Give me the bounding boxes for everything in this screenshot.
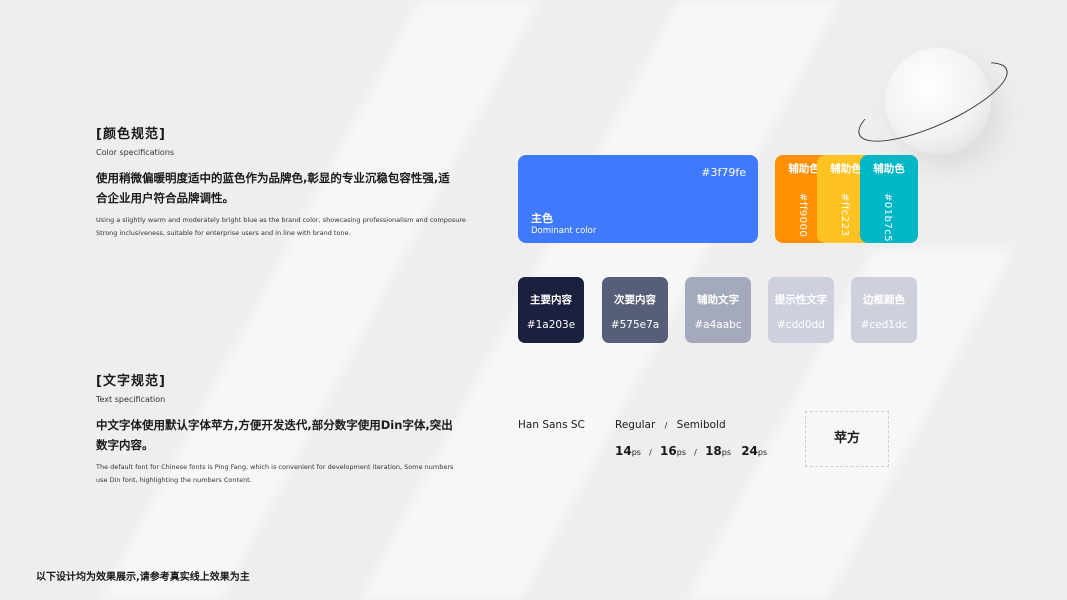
font-size-value: 16 (660, 444, 677, 458)
size-separator: / (694, 448, 697, 457)
text-color-tile-auxiliary: 辅助文字 #a4aabc (685, 277, 751, 343)
text-color-label: 主要内容 (530, 294, 572, 306)
font-size-unit: ps (757, 448, 768, 457)
text-color-hex: #575e7a (610, 319, 660, 331)
font-size-value: 24 (741, 444, 758, 458)
text-color-tile-hint: 提示性文字 #cdd0dd (768, 277, 834, 343)
aux-color-label: 辅助色 (873, 163, 905, 175)
font-size-unit: ps (676, 448, 686, 457)
aux-color-hex: #ffc223 (839, 193, 850, 237)
text-section-title: [文字规范] (96, 374, 166, 389)
aux-color-hex: #01b7c5 (882, 193, 893, 243)
font-size-unit: ps (721, 448, 732, 457)
text-color-hex: #a4aabc (694, 319, 742, 331)
text-color-tile-primary: 主要内容 #1a203e (518, 277, 584, 343)
font-family-name: Han Sans SC (518, 419, 585, 431)
text-color-label: 辅助文字 (697, 294, 739, 306)
font-size-unit: ps (631, 448, 641, 457)
text-section-desc-cn: 中文字体使用默认字体苹方,方便开发迭代,部分数字使用Din字体,突出数字内容。 (96, 418, 453, 452)
text-color-hex: #ced1dc (860, 319, 908, 331)
text-color-hex: #cdd0dd (777, 319, 825, 331)
font-weight-semibold: Semibold (676, 419, 726, 431)
weight-separator: / (664, 421, 668, 430)
main-color-en: Dominant color (531, 226, 597, 236)
font-weight-regular: Regular (615, 419, 656, 431)
font-weights: Regular / Semibold (615, 419, 726, 431)
text-color-hex: #1a203e (526, 319, 576, 331)
font-size-value: 18 (705, 444, 722, 458)
footer-note: 以下设计均为效果展示,请参考真实线上效果为主 (36, 572, 250, 583)
aux-color-hex: #ff9000 (797, 193, 808, 238)
text-color-label: 边框颜色 (863, 294, 905, 306)
main-color-name: 主色 (531, 212, 553, 225)
main-color-card: #3f79fe 主色 Dominant color (518, 155, 758, 243)
text-color-label: 提示性文字 (774, 294, 828, 306)
font-sample-box: 苹方 (805, 411, 889, 467)
text-color-tile-secondary: 次要内容 #575e7a (602, 277, 668, 343)
main-color-hex: #3f79fe (701, 166, 746, 179)
text-color-label: 次要内容 (614, 294, 656, 306)
font-size-value: 14 (615, 444, 632, 458)
color-section-title: [颜色规范] (96, 127, 166, 142)
text-color-tile-border: 边框颜色 #ced1dc (851, 277, 917, 343)
text-section-subtitle: Text specification (96, 395, 166, 404)
text-section-desc-en: The default font for Chinese fonts is Pi… (96, 463, 454, 484)
color-section-desc-cn: 使用稍微偏暖明度适中的蓝色作为品牌色,彰显的专业沉稳包容性强,适合企业用户符合品… (96, 171, 450, 205)
color-section-desc-en: Using a slightly warm and moderately bri… (96, 216, 466, 237)
font-sizes: 14ps / 16ps / 18ps 24ps (615, 444, 767, 458)
aux-color-card-teal: 辅助色 #01b7c5 (860, 155, 918, 243)
size-separator: / (649, 448, 652, 457)
color-section-subtitle: Color specifications (96, 148, 175, 157)
